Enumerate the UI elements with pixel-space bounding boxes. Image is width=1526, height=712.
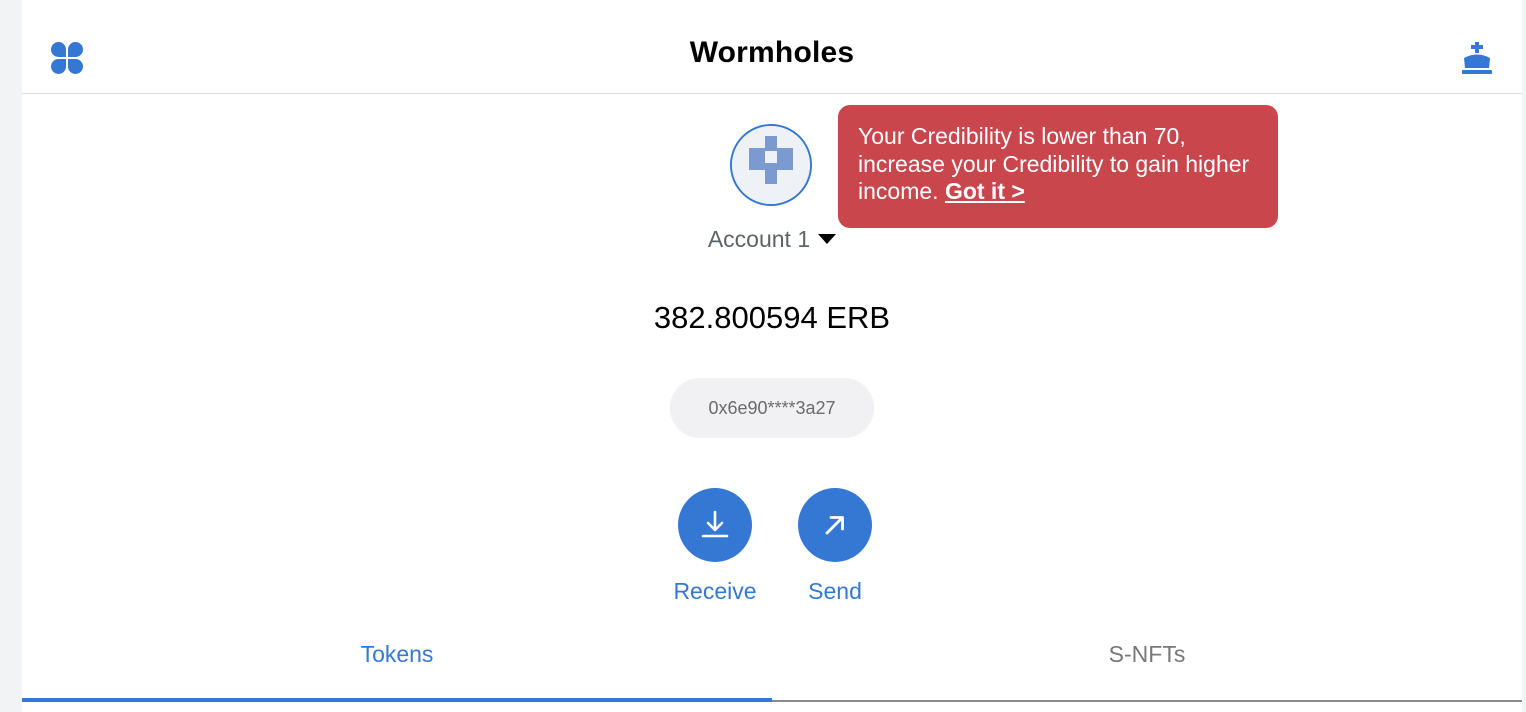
crown-icon — [1462, 42, 1492, 74]
address-copy-pill[interactable]: 0x6e90****3a27 — [670, 378, 874, 438]
wallet-app: Wormholes Your Credibility is lower than… — [22, 0, 1522, 712]
account-name: Account 1 — [707, 226, 811, 252]
tab-s-nfts[interactable]: S-NFTs — [772, 620, 1522, 702]
tooltip-message: Your Credibility is lower than 70, incre… — [858, 123, 1250, 204]
receive-label: Receive — [673, 578, 757, 604]
send-button[interactable]: Send — [780, 488, 890, 605]
account-selector[interactable]: Account 1 — [22, 226, 1522, 253]
receive-circle — [678, 488, 752, 562]
account-avatar[interactable] — [730, 124, 812, 206]
account-balance: 382.800594 ERB — [653, 300, 891, 335]
download-icon — [701, 510, 729, 538]
credibility-tooltip: Your Credibility is lower than 70, incre… — [838, 105, 1278, 228]
app-header: Wormholes — [22, 0, 1522, 94]
arrow-up-right-icon — [825, 516, 844, 535]
got-it-link[interactable]: Got it > — [945, 178, 1025, 204]
send-label: Send — [808, 578, 862, 604]
tab-tokens[interactable]: Tokens — [22, 620, 772, 702]
pixel-identicon — [732, 126, 810, 204]
send-circle — [798, 488, 872, 562]
caret-down-icon — [818, 233, 837, 244]
crown-button[interactable] — [1460, 42, 1494, 76]
page-title: Wormholes — [689, 36, 855, 69]
asset-tabs: Tokens S-NFTs — [22, 620, 1522, 702]
receive-button[interactable]: Receive — [660, 488, 770, 605]
